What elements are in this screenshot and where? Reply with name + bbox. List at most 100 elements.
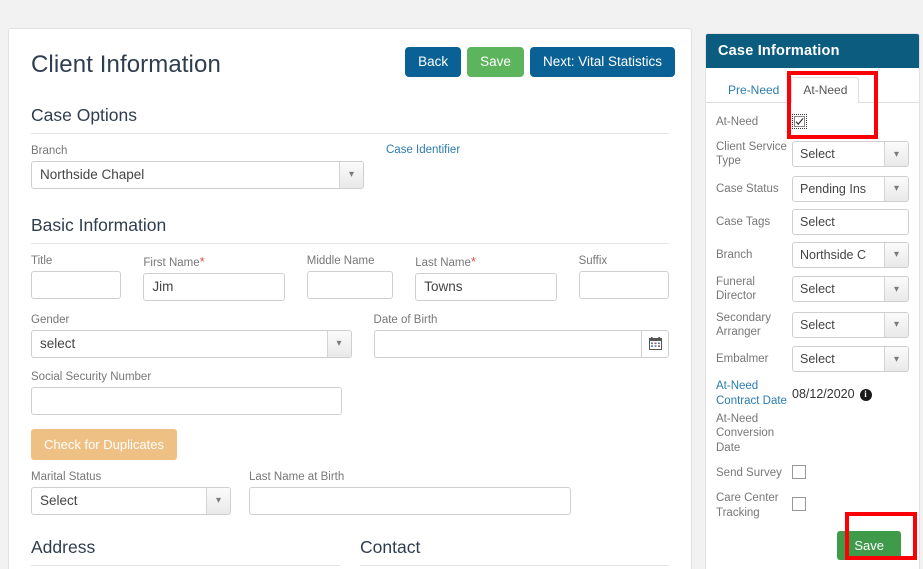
branch-field-group: Branch ▾ [31,144,364,189]
ssn-field-group: Social Security Number [31,370,342,415]
ssn-label: Social Security Number [31,370,152,383]
case-information-tabs: Pre-Need At-Need [706,68,919,103]
suffix-input[interactable] [578,270,669,299]
address-contact-columns: Address Address Line 1 Address Line 2 Co… [31,515,669,569]
case-tags-row: Case Tags [716,208,909,235]
funeral-director-value: ▾ [792,276,909,303]
client-service-type-row: Client Service Type ▾ [716,140,909,169]
suffix-label: Suffix [578,254,608,267]
at-need-contract-date-row: At-Need Contract Date 08/12/2020 i [716,379,909,408]
case-identifier-link[interactable]: Case Identifier [386,144,586,156]
funeral-director-select-wrapper[interactable]: ▾ [792,276,909,303]
back-button[interactable]: Back [405,47,462,77]
first-name-label-text: First Name [143,256,200,269]
required-asterisk: * [470,253,476,269]
gender-select-wrapper[interactable]: ▾ [31,329,352,358]
last-name-at-birth-input[interactable] [249,486,571,515]
sidebar-branch-value: ▾ [792,241,909,268]
sidebar-branch-select[interactable] [792,241,909,268]
funeral-director-select[interactable] [792,276,909,303]
case-tags-value [792,208,909,235]
client-service-type-select[interactable] [792,141,909,168]
case-status-row: Case Status ▾ [716,175,909,202]
at-need-conversion-date-label: At-Need Conversion Date [716,413,775,454]
last-name-at-birth-field-group: Last Name at Birth [249,470,571,515]
embalmer-select[interactable] [792,346,909,373]
at-need-label: At-Need [716,115,759,128]
secondary-arranger-select-wrapper[interactable]: ▾ [792,311,909,338]
client-information-body: Client Information Back Save Next: Vital… [9,29,691,569]
first-name-input[interactable] [143,272,285,301]
required-asterisk: * [199,253,205,269]
section-basic-information-title: Basic Information [31,215,669,244]
embalmer-select-wrapper[interactable]: ▾ [792,346,909,373]
middle-name-input[interactable] [306,270,394,299]
gender-label: Gender [31,313,70,326]
last-name-at-birth-label: Last Name at Birth [249,470,345,483]
date-of-birth-input-group [373,329,669,358]
tab-pre-need[interactable]: Pre-Need [716,77,791,103]
funeral-director-label: Funeral Director [716,275,757,303]
screenshot-root: Client Information Back Save Next: Vital… [0,0,923,569]
case-tags-input-wrapper[interactable] [792,208,909,235]
check-for-duplicates-button[interactable]: Check for Duplicates [31,428,177,460]
section-contact-title: Contact [360,537,669,566]
branch-select-wrapper[interactable]: ▾ [31,160,364,189]
address-column: Address Address Line 1 Address Line 2 [31,515,340,569]
ssn-input[interactable] [31,386,342,415]
last-name-label-text: Last Name [415,256,471,269]
embalmer-label: Embalmer [716,353,769,366]
at-need-conversion-date-row: At-Need Conversion Date [716,412,909,455]
branch-select[interactable] [31,160,364,189]
date-of-birth-field-group: Date of Birth [373,313,669,358]
case-status-select-wrapper[interactable]: ▾ [792,175,909,202]
send-survey-checkbox[interactable] [792,464,806,479]
case-tags-input[interactable] [792,208,909,235]
embalmer-row: Embalmer ▾ [716,346,909,373]
send-survey-label: Send Survey [716,466,782,479]
section-case-options-title: Case Options [31,105,669,134]
case-status-label: Case Status [716,182,779,195]
case-information-panel: Case Information Pre-Need At-Need At-Nee… [705,33,920,569]
title-input[interactable] [31,270,122,299]
at-need-contract-date-label[interactable]: At-Need Contract Date [716,379,792,408]
client-service-type-select-wrapper[interactable]: ▾ [792,141,909,168]
sidebar-branch-select-wrapper[interactable]: ▾ [792,241,909,268]
info-icon[interactable]: i [859,388,872,401]
send-survey-value [792,464,909,482]
case-options-row: Branch ▾ Case Identifier [31,144,669,189]
last-name-field-group: Last Name* [415,253,557,301]
last-name-input[interactable] [415,272,557,301]
save-button[interactable]: Save [467,47,524,77]
at-need-contract-date-text: 08/12/2020 [792,387,855,402]
care-center-tracking-checkbox[interactable] [792,497,806,511]
marital-status-field-group: Marital Status ▾ [31,470,231,515]
secondary-arranger-select[interactable] [792,311,909,338]
at-need-checkbox[interactable] [792,114,807,129]
at-need-value [792,114,909,130]
tab-at-need[interactable]: At-Need [791,77,860,103]
marital-row: Marital Status ▾ Last Name at Birth [31,470,669,515]
first-name-field-group: First Name* [143,253,285,301]
client-information-card: Client Information Back Save Next: Vital… [8,28,692,569]
case-status-value: ▾ [792,175,909,202]
middle-name-field-group: Middle Name [306,254,394,301]
secondary-arranger-label: Secondary Arranger [716,311,771,338]
marital-status-select-wrapper[interactable]: ▾ [31,486,231,515]
section-address-title: Address [31,537,340,566]
calendar-icon[interactable] [641,329,669,358]
marital-status-select[interactable] [31,486,231,515]
sidebar-save-button[interactable]: Save [837,530,901,560]
gender-select[interactable] [31,329,352,358]
next-vital-statistics-button[interactable]: Next: Vital Statistics [529,47,675,77]
contact-column: Contact Email Address Primary Phone [360,515,669,569]
date-of-birth-label: Date of Birth [373,313,438,326]
date-of-birth-input[interactable] [373,329,641,358]
embalmer-value: ▾ [792,346,909,373]
suffix-field-group: Suffix [578,254,669,301]
case-information-fields: At-Need Client Service Type ▾ [706,103,919,569]
form-action-buttons: Back Save Next: Vital Statistics [405,47,675,77]
case-information-header: Case Information [706,34,919,68]
secondary-arranger-row: Secondary Arranger ▾ [716,311,909,340]
case-status-select[interactable] [792,175,909,202]
